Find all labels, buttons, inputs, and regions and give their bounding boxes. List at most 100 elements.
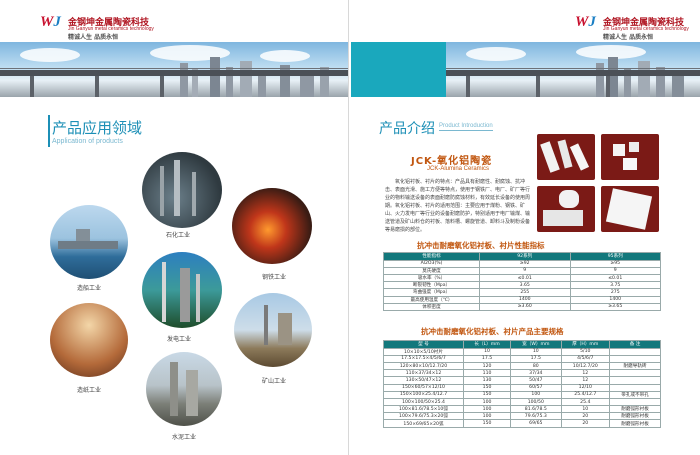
section-title-right: 产品介绍 — [379, 121, 435, 137]
table-row: 110×37/34×12 110 37/34 12 — [383, 369, 661, 378]
product-photo-3 — [537, 186, 595, 232]
caption-shipbuilding: 造船工业 — [77, 285, 102, 292]
table-cell: 25.4/12.7 — [560, 390, 611, 399]
table-row: 100×100/50×25.4 100 100/50 25.4 — [383, 397, 661, 407]
table-cell: 100×81.6/78.5×10弧 — [383, 405, 464, 414]
table-row: 吸水率（%） ≤0.01 ≤0.01 — [383, 273, 661, 283]
caption-papermaking: 造纸工业 — [77, 387, 102, 394]
table-cell: 耐磨弧形衬板 — [609, 405, 661, 414]
city-bridge-banner-right — [446, 42, 700, 97]
table-cell: 100 — [462, 405, 512, 414]
table-cell — [609, 354, 661, 363]
table-cell: 100×100/50×25.4 — [383, 397, 464, 407]
table-cell: ≥92 — [479, 259, 571, 268]
table-cell: ≥3.65 — [569, 302, 661, 311]
company-logo-right: WJ 金钢坤金属陶瓷科技 Jin Ganyun metal ceramics t… — [575, 14, 700, 41]
table-cell: Al2O3(%) — [383, 259, 480, 268]
company-slogan: 精诚人生 品质永恒 — [68, 34, 119, 41]
table-cell: 79.6/75.3 — [510, 412, 562, 421]
table-cell: 150 — [462, 383, 512, 392]
table-row: 150×60/57×12/10 150 60/57 12/10 — [383, 383, 661, 392]
table-cell: 12/10 — [560, 383, 611, 392]
table-cell: 37/34 — [510, 369, 562, 378]
table2-title: 抗冲击耐磨氧化铝衬板、衬片产品主要规格 — [421, 327, 564, 336]
product-photo-4 — [601, 186, 659, 232]
table-cell: 120 — [462, 361, 512, 371]
table-cell: 断裂韧性（Mpa） — [383, 281, 480, 290]
table-cell: 17.5×17.5×4/5/6/7 — [383, 354, 464, 363]
table1-header: 92系列 — [479, 252, 571, 261]
table-row: 体积密度 ≥3.60 ≥3.65 — [383, 302, 661, 311]
table-cell: 莫氏硬度 — [383, 266, 480, 275]
table-cell: 20 — [560, 412, 611, 421]
table-cell: 9 — [569, 266, 661, 275]
table-cell: 69/65 — [510, 419, 562, 428]
petrochemical-photo — [142, 152, 222, 228]
table-cell: 4/5/6/7 — [560, 354, 611, 363]
table-row: 130×50/47×12 130 50/47 12 — [383, 376, 661, 385]
table1-body: Al2O3(%) ≥92 ≥95 莫氏硬度 9 9 吸水率（%） ≤0.01 ≤0.01 断… — [383, 259, 661, 311]
table-cell: 150 — [462, 390, 512, 399]
table2-header: 备 注 — [609, 340, 661, 349]
caption-petrochemical: 石化工业 — [166, 232, 191, 239]
left-page: WJ 金钢坤金属陶瓷科技 Jin Ganyun metal ceramics t… — [0, 0, 349, 455]
table1-title: 抗冲击耐磨氧化铝衬板、衬片性能指标 — [417, 241, 545, 250]
table-cell: 130×50/47×12 — [383, 376, 464, 385]
mining-photo — [234, 293, 312, 367]
table-cell: 9 — [479, 266, 571, 275]
table-cell: 100 — [462, 412, 512, 421]
table-cell — [609, 383, 661, 392]
table-cell: 5/10 — [560, 347, 611, 356]
table-row: 17.5×17.5×4/5/6/7 17.5 17.5 4/5/6/7 — [383, 354, 661, 363]
product-photo-2 — [601, 134, 659, 180]
table-cell: 弯曲强度（Mpa） — [383, 288, 480, 297]
steel-photo — [232, 188, 312, 264]
table-cell: ≥95 — [569, 259, 661, 268]
table-cell — [609, 397, 661, 407]
table-cell: 10 — [510, 347, 562, 356]
city-bridge-banner — [0, 42, 348, 97]
table-cell: 130 — [462, 376, 512, 385]
company-logo: WJ 金钢坤金属陶瓷科技 Jin Ganyun metal ceramics t… — [40, 14, 190, 41]
caption-mining: 矿山工业 — [262, 378, 287, 385]
table-cell: 150×100×25.4/12.7 — [383, 390, 464, 399]
table1-header: 95系列 — [569, 252, 661, 261]
table2-header: 长（L）mm — [462, 340, 512, 349]
table-cell: 10 — [560, 405, 611, 414]
section-title-en-right: Product Introduction — [439, 123, 493, 131]
table-cell — [609, 347, 661, 356]
table-cell: 100 — [510, 390, 562, 399]
table-row: Al2O3(%) ≥92 ≥95 — [383, 259, 661, 268]
table-cell: 体积密度 — [383, 302, 480, 311]
table-cell: 3.75 — [569, 281, 661, 290]
table-cell: 耐磨弧形衬板 — [609, 419, 661, 428]
table1-header: 性能指标 — [383, 252, 480, 261]
table-cell: 50/47 — [510, 376, 562, 385]
table-cell: 10/12.7/20 — [560, 361, 611, 371]
table-cell: 17.5 — [462, 354, 512, 363]
table-cell: 3.65 — [479, 281, 571, 290]
section-title-en: Application of products — [52, 138, 123, 145]
section-marker — [48, 115, 50, 147]
header-right: WJ 金钢坤金属陶瓷科技 Jin Ganyun metal ceramics t… — [351, 0, 700, 42]
table-cell: 100/50 — [510, 397, 562, 407]
table-cell: 100×79.6/75.3×20弧 — [383, 412, 464, 421]
table2-header: 宽（W）mm — [510, 340, 562, 349]
table-cell: 100 — [462, 397, 512, 407]
table2-body: 10×10×5/10衬片 10 10 5/10 17.5×17.5×4/5/6/7 17… — [383, 347, 661, 428]
table-cell: 255 — [479, 288, 571, 297]
table-row: 断裂韧性（Mpa） 3.65 3.75 — [383, 281, 661, 290]
table-cell: 17.5 — [510, 354, 562, 363]
table-cell: ≤0.01 — [569, 273, 661, 283]
table-cell: 最高使用温度（℃） — [383, 295, 480, 304]
performance-table: 性能指标 92系列 95系列 Al2O3(%) ≥92 ≥95 莫氏硬度 9 9 吸水率… — [383, 252, 661, 311]
table-cell: 12 — [560, 376, 611, 385]
table2-header: 型 号 — [383, 340, 464, 349]
table-cell: 60/57 — [510, 383, 562, 392]
table-cell — [609, 369, 661, 378]
table-cell: 110×37/34×12 — [383, 369, 464, 378]
table-cell — [609, 376, 661, 385]
table-row: 弯曲强度（Mpa） 255 275 — [383, 288, 661, 297]
table-cell: ≥3.60 — [479, 302, 571, 311]
table-cell: 275 — [569, 288, 661, 297]
